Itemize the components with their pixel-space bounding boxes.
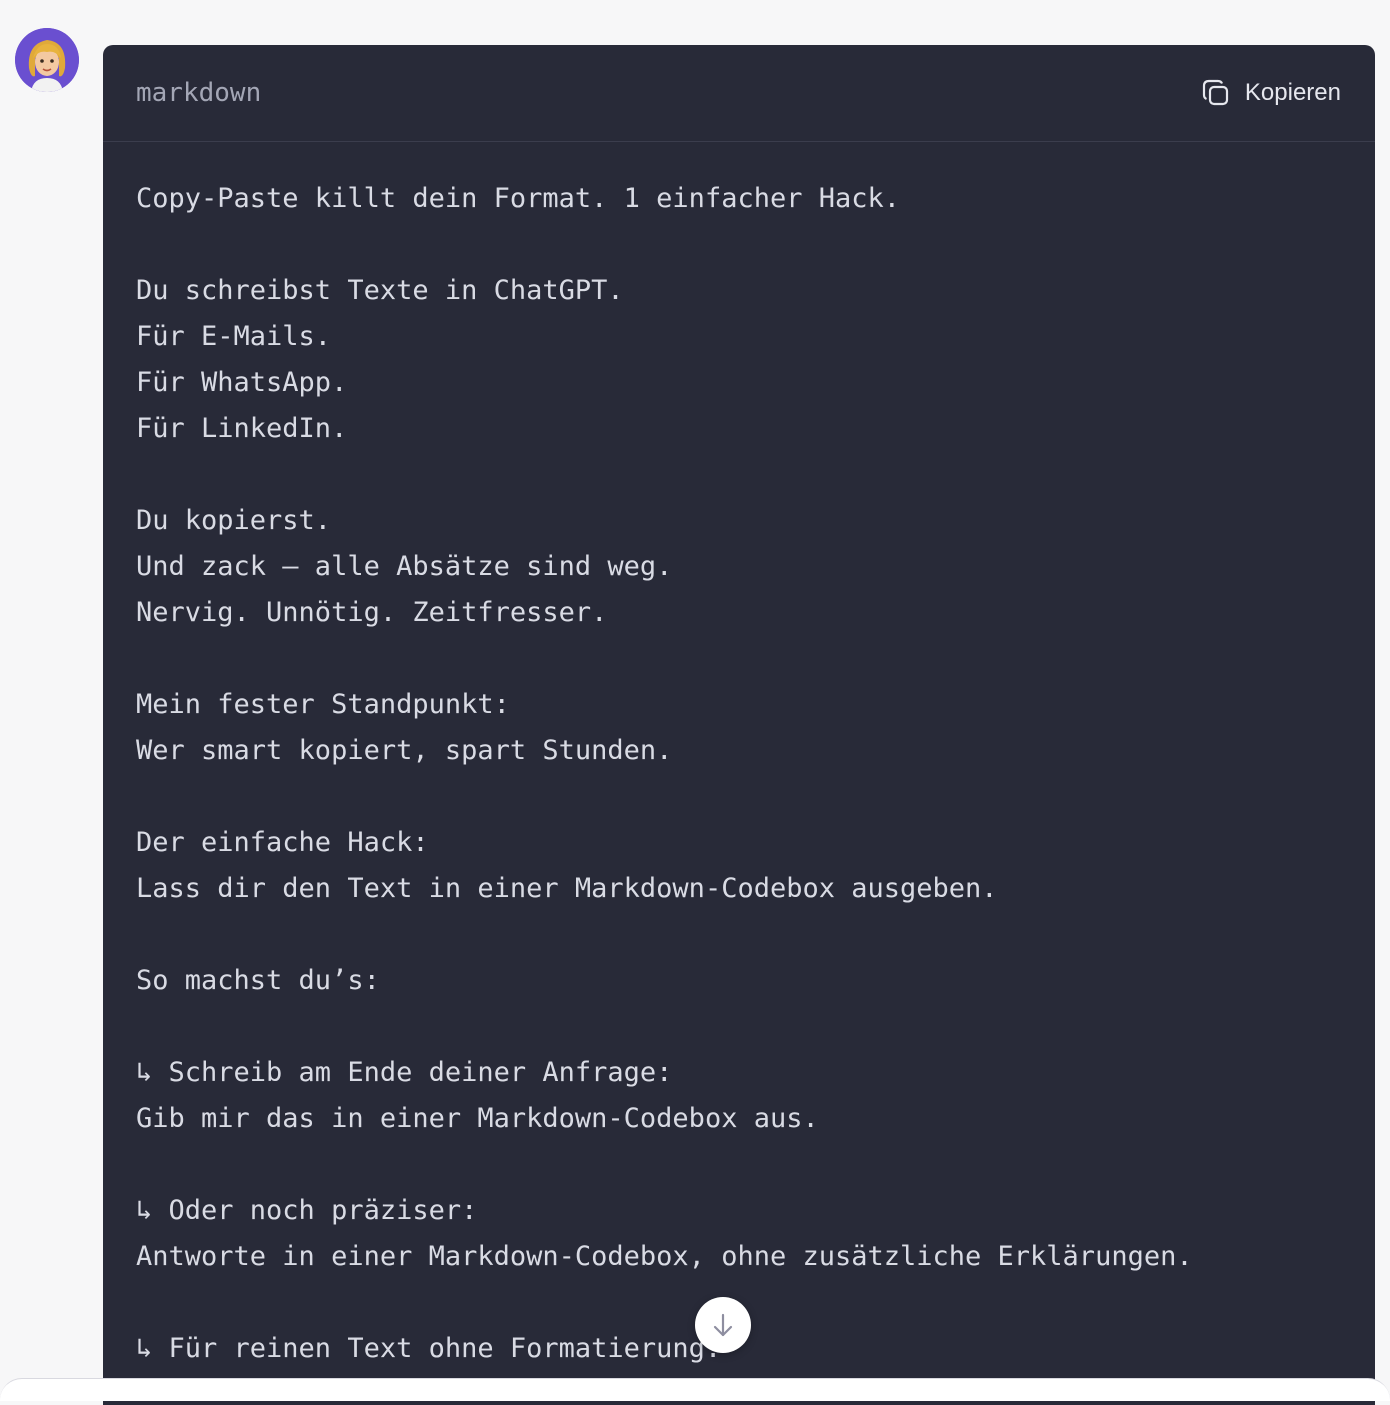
code-line: Copy-Paste killt dein Format. 1 einfache… (136, 183, 901, 214)
code-line: Du kopierst. (136, 505, 332, 536)
copy-button-label: Kopieren (1244, 79, 1341, 106)
code-line: Antworte in einer Markdown-Codebox, ohne… (136, 1241, 1193, 1272)
code-line: Für E-Mails. (136, 321, 332, 352)
code-line: Du schreibst Texte in ChatGPT. (136, 275, 624, 306)
copy-icon (1201, 78, 1231, 108)
code-line: ↳ Oder noch präziser: (136, 1195, 478, 1226)
code-line: Gib mir das in einer Markdown-Codebox au… (136, 1103, 819, 1134)
code-line: Für LinkedIn. (136, 413, 348, 444)
code-block: markdown Kopieren Copy-Paste killt dein … (103, 45, 1375, 1405)
arrow-down-icon (713, 1313, 733, 1337)
code-line: Lass dir den Text in einer Markdown-Code… (136, 873, 998, 904)
code-language-label: markdown (136, 78, 262, 108)
user-avatar (15, 28, 79, 92)
code-line: ↳ Schreib am Ende deiner Anfrage: (136, 1057, 673, 1088)
code-line: Und zack – alle Absätze sind weg. (136, 551, 673, 582)
composer-edge (0, 1378, 1390, 1401)
code-line: Wer smart kopiert, spart Stunden. (136, 735, 673, 766)
copy-button[interactable]: Kopieren (1201, 78, 1341, 108)
code-line: Für WhatsApp. (136, 367, 348, 398)
code-line: Mein fester Standpunkt: (136, 689, 510, 720)
code-line: Nervig. Unnötig. Zeitfresser. (136, 597, 608, 628)
code-block-header: markdown Kopieren (103, 45, 1375, 142)
code-content[interactable]: Copy-Paste killt dein Format. 1 einfache… (136, 176, 1193, 1372)
code-line: Der einfache Hack: (136, 827, 429, 858)
scroll-to-bottom-button[interactable] (695, 1297, 751, 1353)
user-avatar-icon (15, 28, 79, 92)
code-line: ↳ Für reinen Text ohne Formatierung: (136, 1333, 722, 1364)
code-line: So machst du’s: (136, 965, 380, 996)
